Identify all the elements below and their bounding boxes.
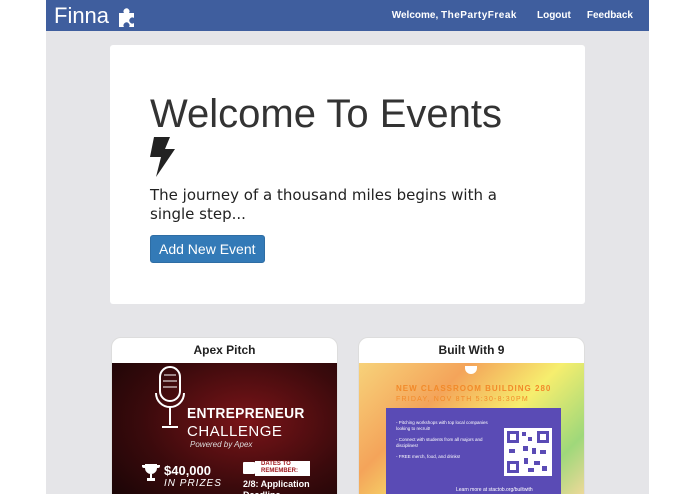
puzzle-piece-icon [119,8,135,27]
app-frame: Finna Welcome, ThePartyFreak Logout Feed… [46,0,649,494]
event-card[interactable]: Built With 9 NEW CLASSROOM BUILDING 280 … [358,337,585,494]
event-poster-image[interactable]: ENTREPRENEUR CHALLENGE Powered by Apex $… [112,363,337,494]
feedback-link[interactable]: Feedback [587,10,633,21]
welcome-text: Welcome, ThePartyFreak [392,10,517,21]
poster-date: FRIDAY, NOV 8TH 5:30-8:30PM [396,396,529,403]
qr-code-icon [504,428,552,476]
lightning-bolt-icon [150,137,175,177]
prize-label: IN PRIZES [164,478,222,489]
poster-subheadline: CHALLENGE [187,423,283,440]
poster-location: NEW CLASSROOM BUILDING 280 [396,384,552,393]
trophy-icon [142,464,160,481]
event-card-title: Apex Pitch [193,343,256,357]
poster-bullet: - FREE merch, food, and drinks! [396,454,461,459]
deadline-text: 2/8: Application Deadline [243,479,310,494]
welcome-prefix: Welcome, [391,10,439,21]
poster-info-panel: - Pitching workshops with top local comp… [386,408,561,494]
brand-name: Finna [54,3,110,28]
poster-bullet: - Pitching workshops with top local comp… [396,420,488,431]
add-new-event-button[interactable]: Add New Event [150,235,265,263]
welcome-jumbotron: Welcome To Events The journey of a thous… [110,45,585,304]
page-title: Welcome To Events [150,92,503,136]
poster-bullet: - Connect with students from all majors … [396,437,483,448]
calendar-icon [243,462,255,474]
navbar: Finna Welcome, ThePartyFreak Logout Feed… [46,0,649,31]
learn-more-text: Learn more at stactob.org/builtwith [456,487,533,493]
prize-amount: $40,000 [164,463,211,478]
brand-logo[interactable]: Finna [54,3,141,29]
poster-bullets: - Pitching workshops with top local comp… [396,420,496,465]
event-card-title: Built With 9 [438,343,505,357]
dates-header: DATES TO REMEMBER: [255,461,310,476]
pin-decoration [465,366,477,374]
username: ThePartyFreak [441,10,517,21]
poster-headline: ENTREPRENEUR [187,405,305,422]
logout-link[interactable]: Logout [537,10,571,21]
tagline: The journey of a thousand miles begins w… [150,186,497,223]
event-card[interactable]: Apex Pitch ENTREPRENEUR CHALLENGE Powere… [111,337,338,494]
microphone-icon [155,366,185,428]
poster-powered-by: Powered by Apex [190,440,253,449]
event-poster-image[interactable]: NEW CLASSROOM BUILDING 280 FRIDAY, NOV 8… [359,363,584,494]
